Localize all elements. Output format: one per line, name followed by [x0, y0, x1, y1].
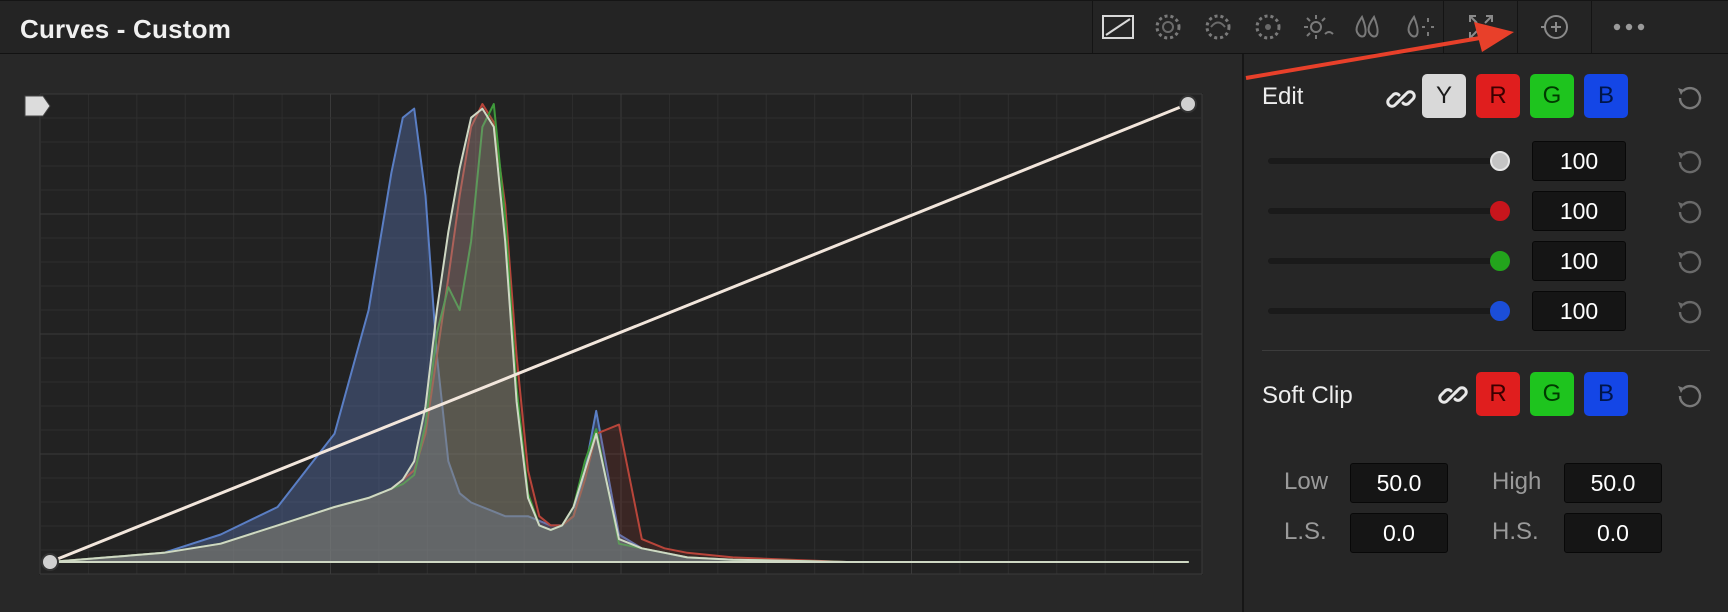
hs-label: H.S.	[1492, 518, 1539, 545]
hue-vs-hue-icon	[1155, 14, 1181, 40]
curve-mode-toolbar	[1092, 1, 1666, 53]
link-icon[interactable]	[1386, 84, 1416, 114]
edit-label: Edit	[1262, 83, 1304, 110]
slider-knob[interactable]	[1490, 151, 1510, 171]
more-options-icon	[1613, 23, 1645, 31]
expand-icon	[1468, 15, 1493, 39]
soft-clip-label: Soft Clip	[1262, 382, 1353, 409]
sat-vs-lum-icon	[1407, 14, 1434, 38]
reset-soft-clip-icon[interactable]	[1675, 380, 1705, 410]
slider-track	[1268, 208, 1500, 214]
expand-button[interactable]	[1444, 1, 1517, 53]
lum-vs-sat-button[interactable]	[1293, 1, 1343, 53]
curve-editor[interactable]	[0, 54, 1242, 612]
b-gain-slider[interactable]	[1268, 301, 1510, 321]
soft-clip-r-button[interactable]: R	[1476, 372, 1520, 416]
add-node-button[interactable]	[1518, 1, 1591, 53]
panel-title: Curves - Custom	[20, 14, 232, 44]
g-gain-input[interactable]: 100	[1532, 241, 1626, 281]
soft-clip-g-button[interactable]: G	[1530, 372, 1574, 416]
hue-vs-lum-button[interactable]	[1243, 1, 1293, 53]
b-gain-input[interactable]: 100	[1532, 291, 1626, 331]
channel-y-button[interactable]: Y	[1422, 74, 1466, 118]
sat-vs-lum-button[interactable]	[1393, 1, 1443, 53]
reset-r-icon[interactable]	[1675, 196, 1705, 226]
hue-vs-hue-button[interactable]	[1143, 1, 1193, 53]
lum-vs-sat-icon	[1304, 15, 1334, 39]
reset-edit-icon[interactable]	[1675, 82, 1705, 112]
y-gain-slider[interactable]	[1268, 151, 1510, 171]
r-gain-slider[interactable]	[1268, 201, 1510, 221]
hue-vs-sat-button[interactable]	[1193, 1, 1243, 53]
hs-input[interactable]: 0.0	[1564, 513, 1662, 553]
slider-track	[1268, 258, 1500, 264]
slider-knob[interactable]	[1490, 251, 1510, 271]
channel-b-button[interactable]: B	[1584, 74, 1628, 118]
reset-y-icon[interactable]	[1675, 146, 1705, 176]
reset-b-icon[interactable]	[1675, 296, 1705, 326]
custom-curve-button[interactable]	[1093, 1, 1143, 53]
sat-vs-sat-icon	[1355, 14, 1379, 38]
soft-clip-b-button[interactable]: B	[1584, 372, 1628, 416]
high-label: High	[1492, 468, 1542, 495]
ls-label: L.S.	[1284, 518, 1327, 545]
channel-r-button[interactable]: R	[1476, 74, 1520, 118]
low-input[interactable]: 50.0	[1350, 463, 1448, 503]
section-divider	[1262, 350, 1710, 351]
slider-knob[interactable]	[1490, 301, 1510, 321]
slider-knob[interactable]	[1490, 201, 1510, 221]
more-options-button[interactable]	[1592, 1, 1666, 53]
curve-graph-area	[0, 54, 1242, 612]
slider-track	[1268, 158, 1500, 164]
custom-curve-icon	[1102, 15, 1134, 39]
slider-track	[1268, 308, 1500, 314]
edit-panel: Edit Y R G B 100 100 100 100 Soft Clip R…	[1244, 54, 1728, 612]
sat-vs-sat-button[interactable]	[1343, 1, 1393, 53]
soft-clip-link-icon[interactable]	[1438, 380, 1468, 410]
channel-g-button[interactable]: G	[1530, 74, 1574, 118]
y-gain-input[interactable]: 100	[1532, 141, 1626, 181]
hue-vs-sat-icon	[1205, 14, 1231, 40]
curve-point-black[interactable]	[41, 553, 59, 571]
hue-vs-lum-icon	[1255, 14, 1281, 40]
curve-point-white[interactable]	[1179, 95, 1197, 113]
high-input[interactable]: 50.0	[1564, 463, 1662, 503]
ls-input[interactable]: 0.0	[1350, 513, 1448, 553]
g-gain-slider[interactable]	[1268, 251, 1510, 271]
reset-g-icon[interactable]	[1675, 246, 1705, 276]
panel-header: Curves - Custom	[0, 0, 1728, 54]
low-label: Low	[1284, 468, 1329, 495]
add-node-icon	[1540, 15, 1568, 39]
r-gain-input[interactable]: 100	[1532, 191, 1626, 231]
